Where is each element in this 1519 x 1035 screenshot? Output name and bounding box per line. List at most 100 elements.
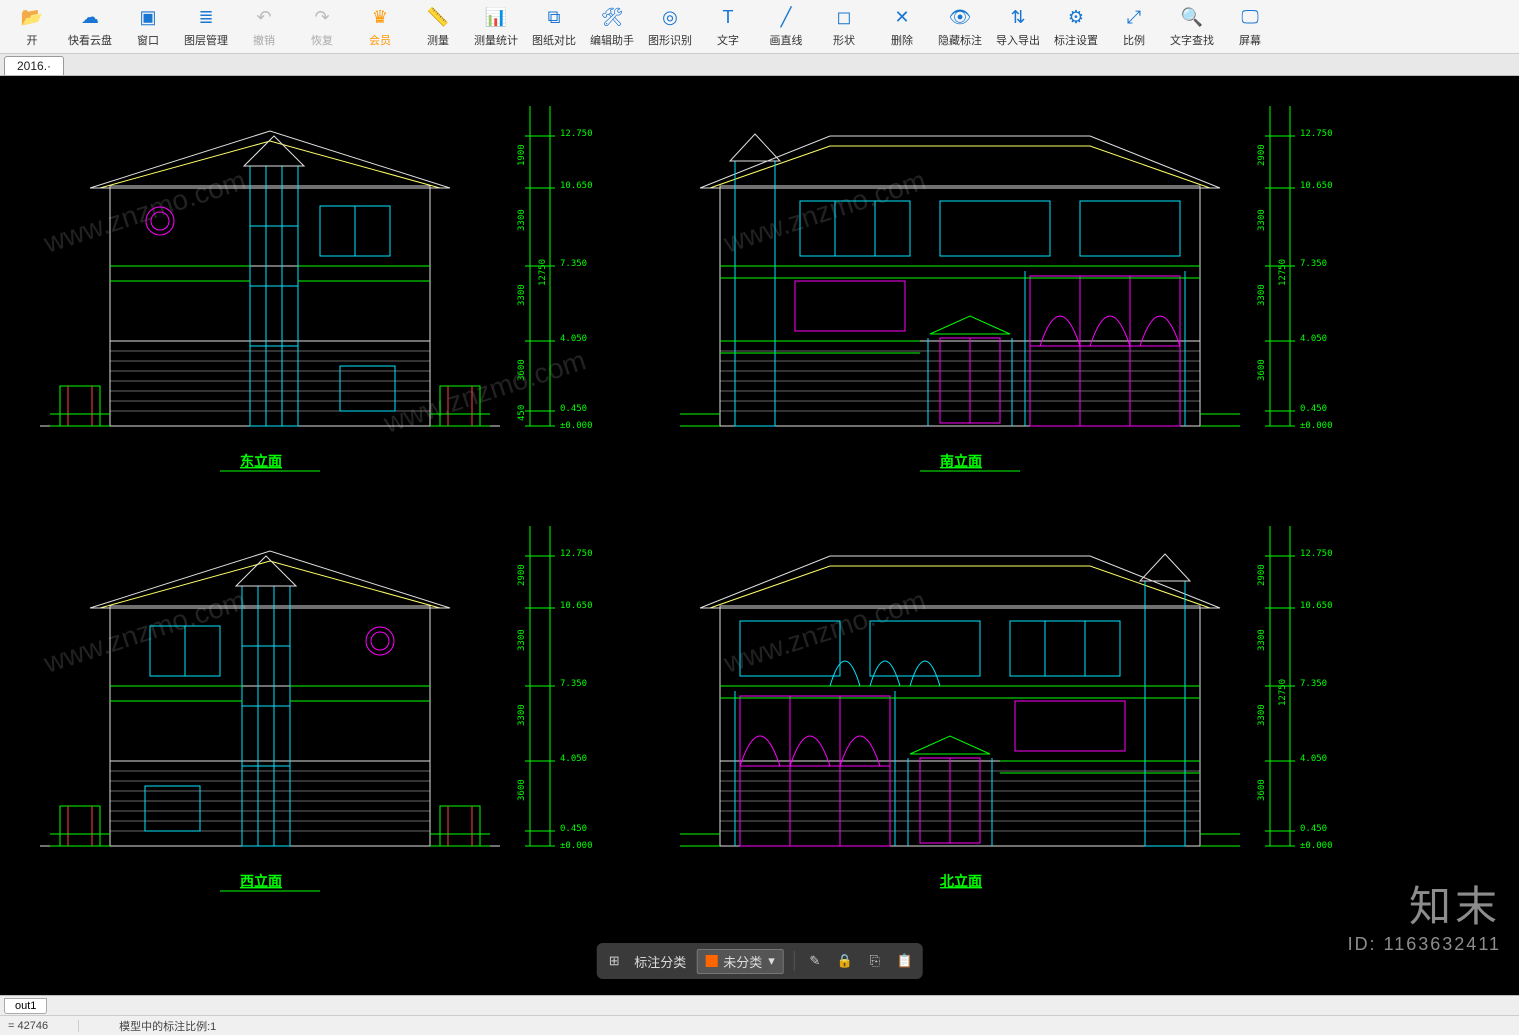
- svg-text:3300: 3300: [517, 284, 527, 306]
- window-icon: ▣: [136, 6, 160, 30]
- elevation-south: 12.750 10.650 7.350 4.050 0.450 ±0.000 2…: [680, 106, 1380, 486]
- svg-text:3300: 3300: [517, 209, 527, 231]
- delete-icon: ✕: [890, 6, 914, 30]
- svg-text:3300: 3300: [517, 629, 527, 651]
- layers-button[interactable]: ≣ 图层管理: [178, 2, 234, 52]
- text-search-button[interactable]: 🔍 文字查找: [1164, 2, 1220, 52]
- file-tabbar: 2016.·: [0, 54, 1519, 76]
- assist-icon: 🛠: [600, 6, 624, 30]
- delete-button[interactable]: ✕ 删除: [874, 2, 930, 52]
- svg-text:2900: 2900: [517, 564, 527, 586]
- settings-icon: ⚙: [1064, 6, 1088, 30]
- measure-stats-button[interactable]: 📊 测量统计: [468, 2, 524, 52]
- svg-text:3300: 3300: [1257, 704, 1267, 726]
- svg-text:12750: 12750: [538, 259, 548, 286]
- svg-text:±0.000: ±0.000: [560, 841, 593, 851]
- screen-button[interactable]: 🖵 屏幕: [1222, 2, 1278, 52]
- layout-tabs: out1: [0, 995, 1519, 1015]
- lock-icon[interactable]: 🔒: [835, 951, 855, 971]
- shape-icon: ◻: [832, 6, 856, 30]
- grid-icon[interactable]: ⊞: [604, 951, 624, 971]
- svg-text:±0.000: ±0.000: [1300, 421, 1333, 431]
- edit-assist-button[interactable]: 🛠 编辑助手: [584, 2, 640, 52]
- svg-text:0.450: 0.450: [1300, 824, 1327, 834]
- elevation-title: 西立面: [240, 873, 282, 889]
- svg-text:4.050: 4.050: [560, 334, 587, 344]
- ruler-icon: 📏: [426, 6, 450, 30]
- svg-text:0.450: 0.450: [560, 824, 587, 834]
- undo-button[interactable]: ↶ 撤销: [236, 2, 292, 52]
- redo-icon: ↷: [310, 6, 334, 30]
- color-swatch: [705, 955, 717, 967]
- open-button[interactable]: 📂 开: [4, 2, 60, 52]
- copy-icon[interactable]: ⎘: [865, 951, 885, 971]
- elevation-north: 12.750 10.650 7.350 4.050 0.450 ±0.000 2…: [680, 526, 1380, 906]
- svg-text:0.450: 0.450: [560, 404, 587, 414]
- undo-icon: ↶: [252, 6, 276, 30]
- svg-text:3600: 3600: [517, 359, 527, 381]
- elevation-title: 东立面: [240, 453, 282, 469]
- hide-anno-button[interactable]: 👁 隐藏标注: [932, 2, 988, 52]
- svg-text:7.350: 7.350: [1300, 259, 1327, 269]
- window-button[interactable]: ▣ 窗口: [120, 2, 176, 52]
- chevron-down-icon: ▾: [768, 953, 775, 969]
- search-icon: 🔍: [1180, 6, 1204, 30]
- scale-button[interactable]: ⤢ 比例: [1106, 2, 1162, 52]
- svg-text:7.350: 7.350: [1300, 679, 1327, 689]
- folder-icon: 📂: [20, 6, 44, 30]
- anno-tag-select[interactable]: 未分类 ▾: [696, 949, 784, 974]
- svg-text:12750: 12750: [1278, 679, 1288, 706]
- status-bar: = 42746 模型中的标注比例:1: [0, 1015, 1519, 1035]
- text-icon: T: [716, 6, 740, 30]
- svg-text:3300: 3300: [1257, 209, 1267, 231]
- measure-button[interactable]: 📏 测量: [410, 2, 466, 52]
- svg-text:12.750: 12.750: [1300, 129, 1333, 139]
- import-export-button[interactable]: ⇅ 导入导出: [990, 2, 1046, 52]
- svg-text:10.650: 10.650: [1300, 181, 1333, 191]
- svg-text:12750: 12750: [1278, 259, 1288, 286]
- edit-icon[interactable]: ✎: [805, 951, 825, 971]
- elevation-west: 12.750 10.650 7.350 4.050 0.450 ±0.000 2…: [40, 526, 640, 906]
- compare-button[interactable]: ⧉ 图纸对比: [526, 2, 582, 52]
- vip-icon: ♛: [368, 6, 392, 30]
- svg-text:3300: 3300: [517, 704, 527, 726]
- cloud-icon: ☁: [78, 6, 102, 30]
- svg-text:12.750: 12.750: [1300, 549, 1333, 559]
- elevation-east: 12.750 10.650 7.350 4.050 0.450 ±0.000 1…: [40, 106, 640, 486]
- status-scale: 模型中的标注比例:1: [119, 1018, 216, 1034]
- svg-text:3300: 3300: [1257, 284, 1267, 306]
- file-tab[interactable]: 2016.·: [4, 56, 64, 75]
- hide-icon: 👁: [948, 6, 972, 30]
- text-button[interactable]: T 文字: [700, 2, 756, 52]
- stats-icon: 📊: [484, 6, 508, 30]
- line-icon: ╱: [774, 6, 798, 30]
- svg-text:2900: 2900: [1257, 144, 1267, 166]
- svg-text:±0.000: ±0.000: [1300, 841, 1333, 851]
- svg-text:12.750: 12.750: [560, 129, 593, 139]
- elevation-title: 北立面: [940, 873, 982, 889]
- drawing-canvas[interactable]: www.znzmo.com www.znzmo.com www.znzmo.co…: [0, 76, 1519, 995]
- svg-text:4.050: 4.050: [560, 754, 587, 764]
- shape-button[interactable]: ◻ 形状: [816, 2, 872, 52]
- paste-icon[interactable]: 📋: [895, 951, 915, 971]
- anno-settings-button[interactable]: ⚙ 标注设置: [1048, 2, 1104, 52]
- annotation-bar: ⊞ 标注分类 未分类 ▾ ✎ 🔒 ⎘ 📋: [596, 943, 923, 979]
- vip-button[interactable]: ♛ 会员: [352, 2, 408, 52]
- svg-text:10.650: 10.650: [560, 601, 593, 611]
- svg-text:4.050: 4.050: [1300, 334, 1327, 344]
- svg-text:7.350: 7.350: [560, 679, 587, 689]
- cloud-button[interactable]: ☁ 快看云盘: [62, 2, 118, 52]
- svg-text:1900: 1900: [517, 144, 527, 166]
- shape-recognize-button[interactable]: ◎ 图形识别: [642, 2, 698, 52]
- redo-button[interactable]: ↷ 恢复: [294, 2, 350, 52]
- screen-icon: 🖵: [1238, 6, 1262, 30]
- line-button[interactable]: ╱ 画直线: [758, 2, 814, 52]
- io-icon: ⇅: [1006, 6, 1030, 30]
- svg-text:10.650: 10.650: [560, 181, 593, 191]
- scale-icon: ⤢: [1122, 6, 1146, 30]
- svg-text:0.450: 0.450: [1300, 404, 1327, 414]
- layout-tab[interactable]: out1: [4, 998, 47, 1014]
- anno-category-label: 标注分类: [634, 952, 686, 971]
- recognize-icon: ◎: [658, 6, 682, 30]
- svg-text:3600: 3600: [517, 779, 527, 801]
